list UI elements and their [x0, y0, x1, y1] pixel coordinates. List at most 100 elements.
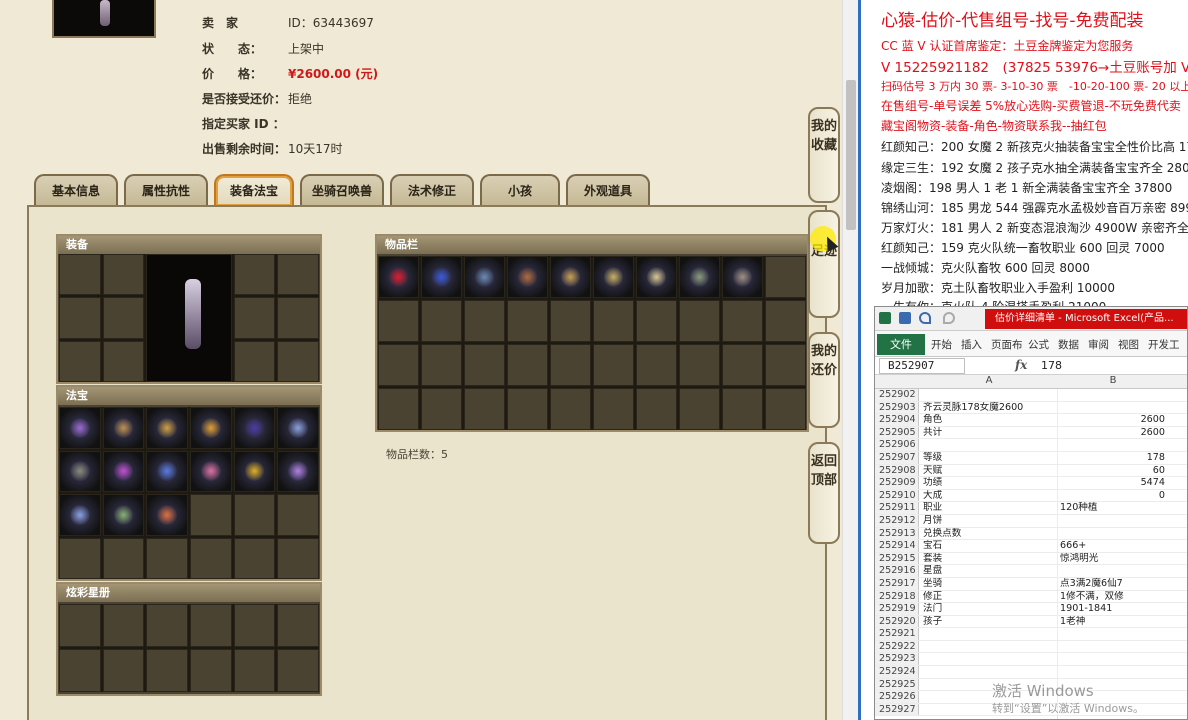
- bag-slot[interactable]: [722, 344, 763, 386]
- bag-item[interactable]: [636, 256, 677, 298]
- ribbon-tab-view[interactable]: 视图: [1118, 337, 1139, 352]
- cell-a[interactable]: 星盘: [921, 565, 1057, 578]
- bag-slot[interactable]: [593, 300, 634, 342]
- fabao-slot[interactable]: [233, 494, 276, 536]
- star-slot[interactable]: [190, 604, 232, 647]
- equip-slot[interactable]: [233, 297, 276, 339]
- file-tab[interactable]: 文件: [877, 334, 925, 355]
- row-number[interactable]: 252925: [875, 678, 919, 691]
- cell-b[interactable]: 120种植: [1057, 502, 1169, 514]
- star-slot[interactable]: [146, 649, 188, 692]
- cell-b[interactable]: [1057, 640, 1169, 653]
- bag-slot[interactable]: [464, 300, 505, 342]
- cell-b[interactable]: 178: [1057, 451, 1169, 464]
- bag-item[interactable]: [679, 256, 720, 298]
- bag-slot[interactable]: [421, 300, 462, 342]
- row-number[interactable]: 252922: [875, 640, 919, 653]
- fabao-item[interactable]: [59, 450, 101, 492]
- cell-a[interactable]: 功绩: [921, 477, 1057, 490]
- star-slot[interactable]: [277, 649, 319, 692]
- equip-slot[interactable]: [59, 254, 101, 296]
- ribbon-tab-formulas[interactable]: 公式: [1028, 337, 1049, 352]
- ribbon-tab-review[interactable]: 审阅: [1088, 337, 1109, 352]
- tab-mounts-summons[interactable]: 坐骑召唤兽: [300, 174, 384, 206]
- fabao-item[interactable]: [146, 450, 188, 492]
- row-number[interactable]: 252924: [875, 666, 919, 678]
- tab-spell-correction[interactable]: 法术修正: [390, 174, 474, 206]
- bag-item[interactable]: [464, 256, 505, 298]
- cell-b[interactable]: 666+: [1057, 540, 1169, 552]
- ribbon-tab-insert[interactable]: 插入: [961, 337, 982, 352]
- fabao-item[interactable]: [233, 407, 276, 449]
- star-slot[interactable]: [233, 649, 276, 692]
- cell-a[interactable]: 角色: [921, 414, 1057, 427]
- bag-slot[interactable]: [679, 300, 720, 342]
- cell-a[interactable]: 天赋: [921, 465, 1057, 478]
- row-number[interactable]: 252913: [875, 527, 919, 540]
- column-header-a[interactable]: A: [921, 375, 1057, 386]
- bag-slot[interactable]: [507, 388, 548, 430]
- bag-slot[interactable]: [765, 300, 806, 342]
- cell-a[interactable]: 月饼: [921, 515, 1057, 528]
- equip-slot[interactable]: [277, 297, 319, 339]
- equip-slot[interactable]: [102, 254, 145, 296]
- fabao-item[interactable]: [59, 494, 101, 536]
- cell-a[interactable]: 大成: [921, 490, 1057, 503]
- cell-a[interactable]: 法门: [921, 603, 1057, 616]
- redo-icon[interactable]: [943, 312, 955, 324]
- cell-b[interactable]: [1057, 565, 1169, 577]
- cell-b[interactable]: 1修不满，双修: [1057, 590, 1169, 603]
- row-number[interactable]: 252909: [875, 477, 919, 489]
- row-number[interactable]: 252915: [875, 552, 919, 565]
- equip-slot[interactable]: [102, 340, 145, 382]
- equip-slot[interactable]: [277, 254, 319, 296]
- star-slot[interactable]: [102, 604, 145, 647]
- row-number[interactable]: 252905: [875, 426, 919, 439]
- bag-slot[interactable]: [722, 388, 763, 430]
- cell-b[interactable]: [1057, 401, 1169, 414]
- cell-a[interactable]: 职业: [921, 502, 1057, 515]
- bag-item[interactable]: [507, 256, 548, 298]
- cell-a[interactable]: 齐云灵脉178女魔2600: [921, 402, 1057, 415]
- bag-slot[interactable]: [765, 344, 806, 386]
- bag-slot[interactable]: [421, 388, 462, 430]
- row-number[interactable]: 252908: [875, 464, 919, 477]
- fabao-item[interactable]: [277, 407, 319, 449]
- cell-b[interactable]: 2600: [1057, 426, 1169, 439]
- page-scrollbar[interactable]: [842, 0, 858, 720]
- fabao-item[interactable]: [102, 450, 145, 492]
- bag-slot[interactable]: [679, 388, 720, 430]
- row-number[interactable]: 252907: [875, 451, 919, 464]
- bag-item[interactable]: [722, 256, 763, 298]
- row-number[interactable]: 252918: [875, 590, 919, 603]
- bag-slot[interactable]: [636, 344, 677, 386]
- fabao-item[interactable]: [146, 494, 188, 536]
- fx-icon[interactable]: fx: [1015, 358, 1027, 372]
- ribbon-tab-data[interactable]: 数据: [1058, 337, 1079, 352]
- bag-slot[interactable]: [550, 388, 591, 430]
- ribbon-tab-page-layout[interactable]: 页面布: [991, 337, 1023, 352]
- row-number[interactable]: 252916: [875, 565, 919, 577]
- my-favorites-button[interactable]: 我的收藏: [808, 107, 840, 203]
- star-slot[interactable]: [233, 604, 276, 647]
- star-slot[interactable]: [59, 649, 101, 692]
- row-number[interactable]: 252917: [875, 577, 919, 590]
- cell-a[interactable]: 孩子: [921, 616, 1057, 629]
- fabao-item[interactable]: [233, 450, 276, 492]
- row-number[interactable]: 252903: [875, 401, 919, 414]
- row-number[interactable]: 252921: [875, 628, 919, 640]
- fabao-item[interactable]: [59, 407, 101, 449]
- bag-slot[interactable]: [378, 300, 419, 342]
- bag-slot[interactable]: [378, 344, 419, 386]
- fabao-item[interactable]: [190, 407, 232, 449]
- fabao-item[interactable]: [102, 407, 145, 449]
- row-number[interactable]: 252923: [875, 653, 919, 666]
- fabao-item[interactable]: [146, 407, 188, 449]
- cell-a[interactable]: 坐骑: [921, 578, 1057, 591]
- cell-b[interactable]: [1057, 389, 1169, 401]
- row-number[interactable]: 252919: [875, 603, 919, 615]
- row-number[interactable]: 252904: [875, 414, 919, 426]
- tab-appearance[interactable]: 外观道具: [566, 174, 650, 206]
- cell-b[interactable]: 0: [1057, 489, 1169, 502]
- star-slot[interactable]: [146, 604, 188, 647]
